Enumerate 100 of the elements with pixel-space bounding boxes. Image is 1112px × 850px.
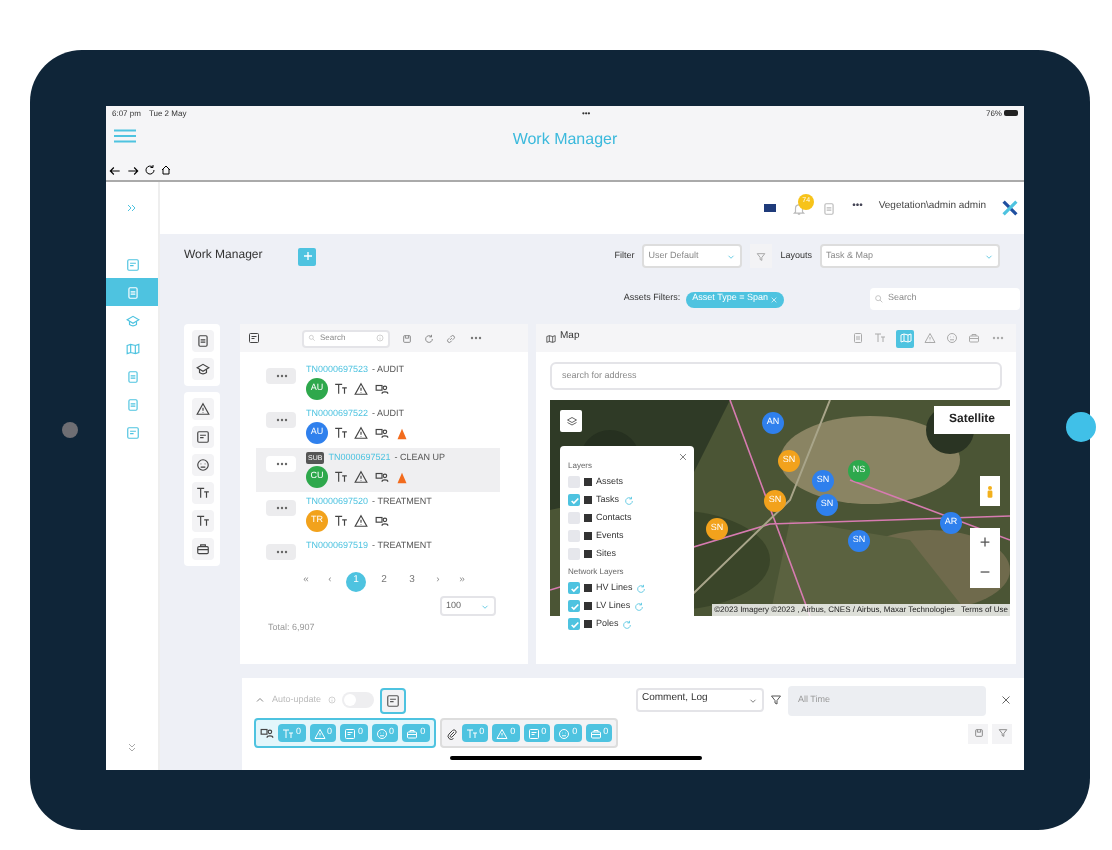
warning-tool-button[interactable] xyxy=(191,398,213,420)
checkbox[interactable] xyxy=(568,600,580,612)
document-icon[interactable] xyxy=(852,332,864,344)
text-size-icon xyxy=(334,382,348,396)
chevron-icon xyxy=(984,251,994,261)
more-button[interactable] xyxy=(468,332,484,344)
people-icon xyxy=(374,382,390,396)
note-tool-button[interactable] xyxy=(191,426,213,448)
layer-icon xyxy=(584,620,592,628)
note-icon xyxy=(527,727,540,739)
add-button[interactable] xyxy=(298,247,317,265)
checkbox[interactable] xyxy=(568,618,580,630)
warning-icon xyxy=(195,402,209,416)
more-button[interactable] xyxy=(266,456,296,472)
logo-icon xyxy=(1002,200,1018,216)
battery-icon xyxy=(1003,109,1018,117)
checkbox[interactable] xyxy=(568,548,580,560)
text-size-tool-button[interactable] xyxy=(191,510,213,532)
calendar-button[interactable] xyxy=(379,687,406,713)
menu-icon[interactable] xyxy=(114,128,136,144)
app-title: Work Manager xyxy=(512,128,618,152)
warning-icon xyxy=(354,426,368,440)
expand-icon[interactable] xyxy=(126,202,138,214)
zoom-out-button[interactable]: − xyxy=(979,564,991,582)
people-icon xyxy=(374,514,390,528)
people-icon xyxy=(374,426,390,440)
note-icon xyxy=(385,693,400,707)
more-button[interactable] xyxy=(266,368,296,384)
checkbox[interactable] xyxy=(568,476,580,488)
map-view-button[interactable] xyxy=(896,329,914,347)
view-button[interactable] xyxy=(968,723,988,743)
more-button[interactable] xyxy=(266,412,296,428)
checkbox[interactable] xyxy=(568,582,580,594)
sort-icon xyxy=(997,728,1007,738)
checkbox[interactable] xyxy=(568,494,580,506)
map-icon xyxy=(125,341,139,355)
link-icon[interactable] xyxy=(446,333,456,343)
plus-icon xyxy=(303,252,312,260)
close-icon[interactable] xyxy=(678,452,688,462)
filter-icon xyxy=(756,251,767,261)
layer-icon xyxy=(584,602,592,610)
face-icon xyxy=(375,727,388,739)
layers-button[interactable] xyxy=(560,410,582,432)
warning-icon xyxy=(354,514,368,528)
document-icon[interactable] xyxy=(822,201,837,215)
more-button[interactable] xyxy=(266,544,296,560)
layer-icon xyxy=(584,514,592,522)
collapse-icon[interactable] xyxy=(254,694,266,706)
text-size-icon xyxy=(195,486,209,500)
flag-icon[interactable] xyxy=(764,204,777,212)
layer-icon xyxy=(584,478,592,486)
list-icon xyxy=(973,728,983,738)
document-icon xyxy=(195,334,209,348)
back-arrow-icon[interactable] xyxy=(108,163,122,177)
document-icon xyxy=(125,397,139,411)
toolbox-icon xyxy=(406,727,419,739)
toolbox-icon[interactable] xyxy=(968,332,980,344)
text-size-icon xyxy=(195,514,209,528)
forward-arrow-icon[interactable] xyxy=(126,163,140,177)
checkbox[interactable] xyxy=(568,530,580,542)
document-tool-button[interactable] xyxy=(191,330,213,352)
face-icon[interactable] xyxy=(946,332,958,344)
text-size-icon[interactable] xyxy=(874,332,886,344)
side-button[interactable] xyxy=(1066,412,1096,442)
filter-button[interactable] xyxy=(750,244,773,268)
layers-icon xyxy=(565,415,577,427)
text-size-icon xyxy=(334,514,348,528)
close-icon[interactable] xyxy=(1000,694,1012,706)
home-icon[interactable] xyxy=(160,164,172,176)
sort-button[interactable] xyxy=(992,723,1012,743)
graduation-cap-icon xyxy=(195,362,209,376)
document-icon xyxy=(125,285,139,299)
map-icon xyxy=(899,332,911,344)
warning-icon[interactable] xyxy=(924,332,936,344)
warning-icon xyxy=(313,727,326,739)
search-icon xyxy=(874,294,884,304)
filter-icon[interactable] xyxy=(770,694,782,706)
collapse-icon[interactable] xyxy=(126,742,138,754)
face-icon xyxy=(195,458,209,472)
note-icon xyxy=(125,425,139,439)
graduation-cap-tool-button[interactable] xyxy=(191,358,213,380)
text-size-icon xyxy=(334,426,348,440)
save-icon[interactable] xyxy=(402,333,412,343)
street-view-icon[interactable] xyxy=(980,476,1000,506)
note-icon xyxy=(195,430,209,444)
paperclip-icon xyxy=(445,727,458,739)
face-icon xyxy=(558,727,571,739)
people-icon xyxy=(374,470,390,484)
checkbox[interactable] xyxy=(568,512,580,524)
bell-icon[interactable] xyxy=(792,201,807,215)
text-size-icon xyxy=(282,727,294,739)
refresh-icon[interactable] xyxy=(144,164,156,176)
text-size-tool-button[interactable] xyxy=(191,482,213,504)
face-tool-button[interactable] xyxy=(191,454,213,476)
zoom-in-button[interactable]: + xyxy=(979,534,991,552)
toolbox-tool-button[interactable] xyxy=(191,538,213,560)
layer-icon xyxy=(584,496,592,504)
more-button[interactable] xyxy=(266,500,296,516)
warning-icon xyxy=(496,727,509,739)
sidebar-item[interactable] xyxy=(106,278,158,306)
